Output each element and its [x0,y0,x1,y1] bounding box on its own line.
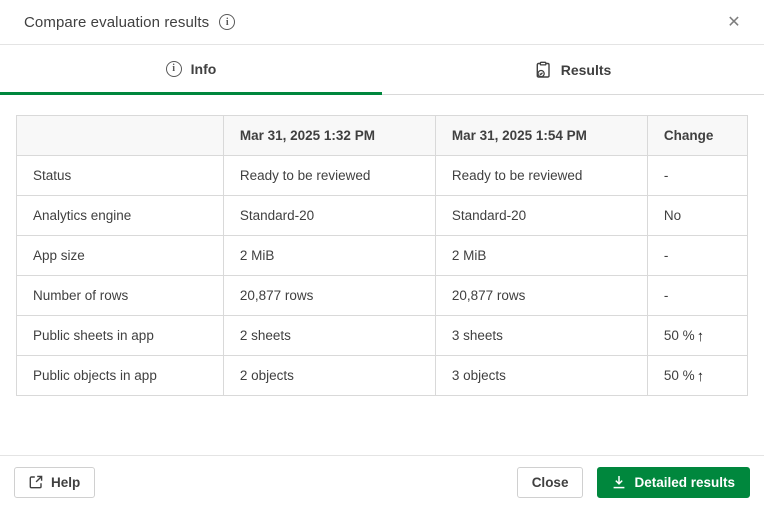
external-link-icon [29,475,43,489]
tab-info-label: Info [190,60,217,77]
dialog-title: Compare evaluation results [24,13,210,31]
table-row: Status Ready to be reviewed Ready to be … [16,155,749,196]
header-eval2-timestamp: Mar 31, 2025 1:54 PM [434,115,648,156]
increase-arrow-icon: ↑ [696,328,705,345]
detailed-results-label: Detailed results [634,474,735,490]
eval1-value: Ready to be reviewed [222,155,436,196]
row-label: Public objects in app [16,355,224,396]
change-value: - [646,275,749,316]
increase-arrow-icon: ↑ [696,368,705,385]
dialog-footer: Help Close Detailed results [0,455,764,508]
eval1-value: 20,877 rows [222,275,436,316]
eval2-value: 3 objects [434,355,648,396]
eval2-value: 2 MiB [434,235,648,276]
change-value: 50 % ↑ [646,355,749,396]
detailed-results-button[interactable]: Detailed results [597,466,750,498]
eval2-value: 20,877 rows [434,275,648,316]
help-button-label: Help [51,474,81,490]
eval1-value: 2 sheets [222,315,436,356]
tab-results-label: Results [560,61,612,78]
change-value: - [646,155,749,196]
eval1-value: 2 objects [222,355,436,396]
help-button[interactable]: Help [14,466,96,498]
close-icon[interactable]: ✕ [722,11,746,35]
info-icon: i [165,60,182,77]
eval1-value: 2 MiB [222,235,436,276]
eval2-value: Ready to be reviewed [434,155,648,196]
footer-actions: Close Detailed results [516,466,750,498]
info-icon[interactable]: i [219,14,236,30]
table-row: Public objects in app 2 objects 3 object… [16,355,749,396]
clipboard-check-icon [535,61,552,79]
tab-results[interactable]: Results [382,45,764,95]
header-empty [16,115,224,156]
close-button[interactable]: Close [516,466,584,498]
header-eval1-timestamp: Mar 31, 2025 1:32 PM [222,115,436,156]
table-header-row: Mar 31, 2025 1:32 PM Mar 31, 2025 1:54 P… [16,115,749,156]
row-label: Analytics engine [16,195,224,236]
download-icon [612,475,626,489]
row-label: App size [16,235,224,276]
table-row: App size 2 MiB 2 MiB - [16,235,749,276]
table-row: Number of rows 20,877 rows 20,877 rows - [16,275,749,316]
change-value: - [646,235,749,276]
eval2-value: Standard-20 [434,195,648,236]
change-value: No [646,195,749,236]
comparison-table: Mar 31, 2025 1:32 PM Mar 31, 2025 1:54 P… [16,115,749,396]
dialog-header: Compare evaluation results i ✕ [0,0,764,45]
table-row: Analytics engine Standard-20 Standard-20… [16,195,749,236]
table-row: Public sheets in app 2 sheets 3 sheets 5… [16,315,749,356]
row-label: Number of rows [16,275,224,316]
row-label: Status [16,155,224,196]
comparison-table-container: Mar 31, 2025 1:32 PM Mar 31, 2025 1:54 P… [0,95,764,396]
tab-bar: i Info Results [0,45,764,95]
row-label: Public sheets in app [16,315,224,356]
eval2-value: 3 sheets [434,315,648,356]
tab-info[interactable]: i Info [0,45,382,95]
eval1-value: Standard-20 [222,195,436,236]
change-value: 50 % ↑ [646,315,749,356]
compare-evaluation-dialog: Compare evaluation results i ✕ i Info Re… [0,0,764,508]
header-change: Change [646,115,749,156]
